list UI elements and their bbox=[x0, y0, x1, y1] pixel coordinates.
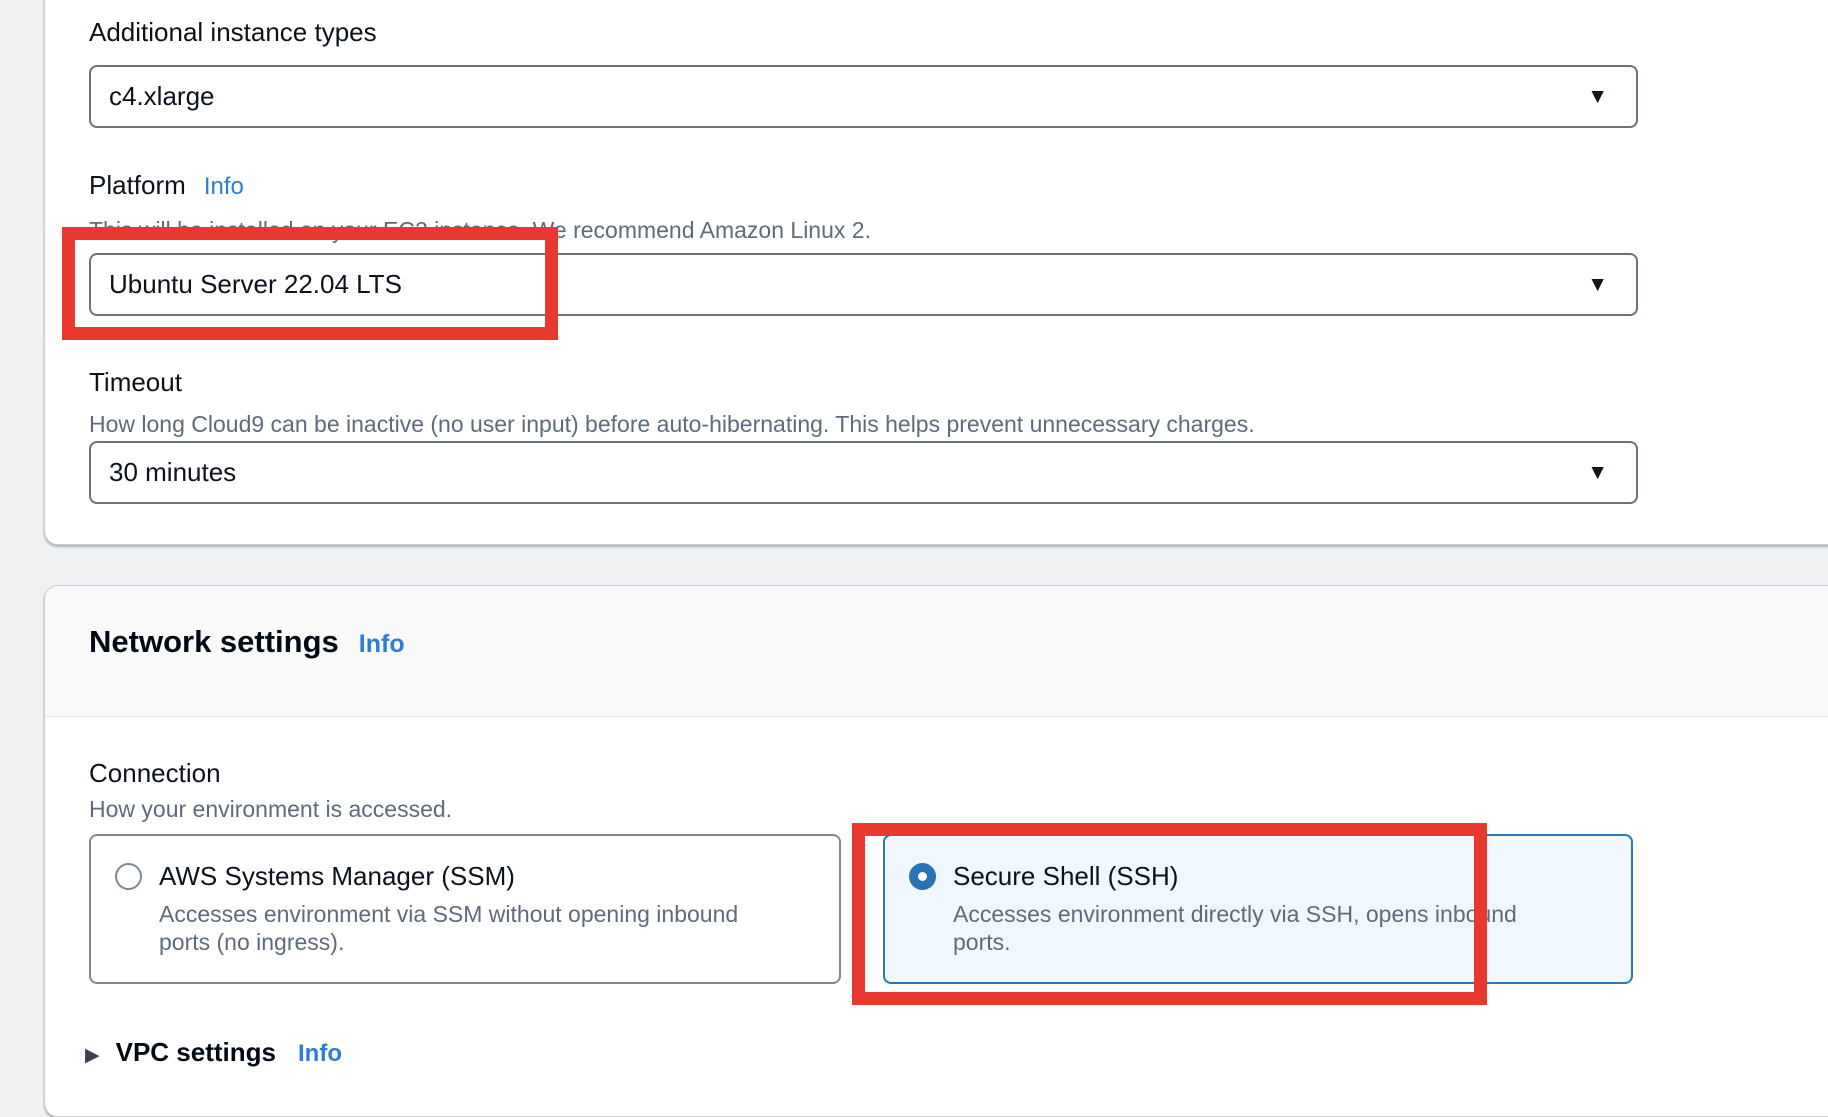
additional-instance-types-label: Additional instance types bbox=[89, 17, 377, 47]
platform-label: Platform bbox=[89, 170, 186, 200]
additional-instance-types-value: c4.xlarge bbox=[109, 81, 215, 112]
network-settings-title: Network settings bbox=[89, 624, 339, 660]
vpc-settings-expander[interactable]: ▶ VPC settings Info bbox=[85, 1037, 342, 1068]
chevron-down-icon: ▼ bbox=[1587, 273, 1608, 297]
platform-info-link[interactable]: Info bbox=[204, 173, 244, 201]
platform-select[interactable]: Ubuntu Server 22.04 LTS ▼ bbox=[89, 253, 1638, 316]
radio-card-ssh[interactable]: Secure Shell (SSH) Accesses environment … bbox=[883, 834, 1633, 984]
instance-settings-card: Additional instance types c4.xlarge ▼ Pl… bbox=[44, 0, 1828, 545]
timeout-label: Timeout bbox=[89, 367, 182, 397]
ssh-option-title: Secure Shell (SSH) bbox=[953, 860, 1573, 892]
caret-right-icon: ▶ bbox=[85, 1044, 100, 1067]
connection-label: Connection bbox=[89, 758, 221, 788]
radio-selected-icon[interactable] bbox=[909, 863, 936, 890]
timeout-description: How long Cloud9 can be inactive (no user… bbox=[89, 411, 1255, 437]
platform-value: Ubuntu Server 22.04 LTS bbox=[109, 269, 402, 300]
network-settings-info-link[interactable]: Info bbox=[359, 630, 405, 659]
ssm-option-title: AWS Systems Manager (SSM) bbox=[159, 860, 779, 892]
chevron-down-icon: ▼ bbox=[1587, 85, 1608, 109]
radio-unselected-icon[interactable] bbox=[115, 863, 142, 890]
connection-description: How your environment is accessed. bbox=[89, 796, 452, 822]
ssm-option-description: Accesses environment via SSM without ope… bbox=[159, 900, 779, 956]
cloud9-create-environment-form: { "colors": { "annotation_red": "#e8392e… bbox=[0, 0, 1828, 1052]
timeout-select[interactable]: 30 minutes ▼ bbox=[89, 441, 1638, 504]
additional-instance-types-select[interactable]: c4.xlarge ▼ bbox=[89, 65, 1638, 128]
network-settings-card: Network settings Info Connection How you… bbox=[44, 585, 1828, 1117]
timeout-value: 30 minutes bbox=[109, 457, 236, 488]
platform-description: This will be installed on your EC2 insta… bbox=[89, 217, 871, 243]
vpc-settings-label: VPC settings bbox=[116, 1037, 276, 1068]
chevron-down-icon: ▼ bbox=[1587, 461, 1608, 485]
ssh-option-description: Accesses environment directly via SSH, o… bbox=[953, 900, 1573, 956]
vpc-settings-info-link[interactable]: Info bbox=[298, 1040, 342, 1068]
radio-card-ssm[interactable]: AWS Systems Manager (SSM) Accesses envir… bbox=[89, 834, 841, 984]
